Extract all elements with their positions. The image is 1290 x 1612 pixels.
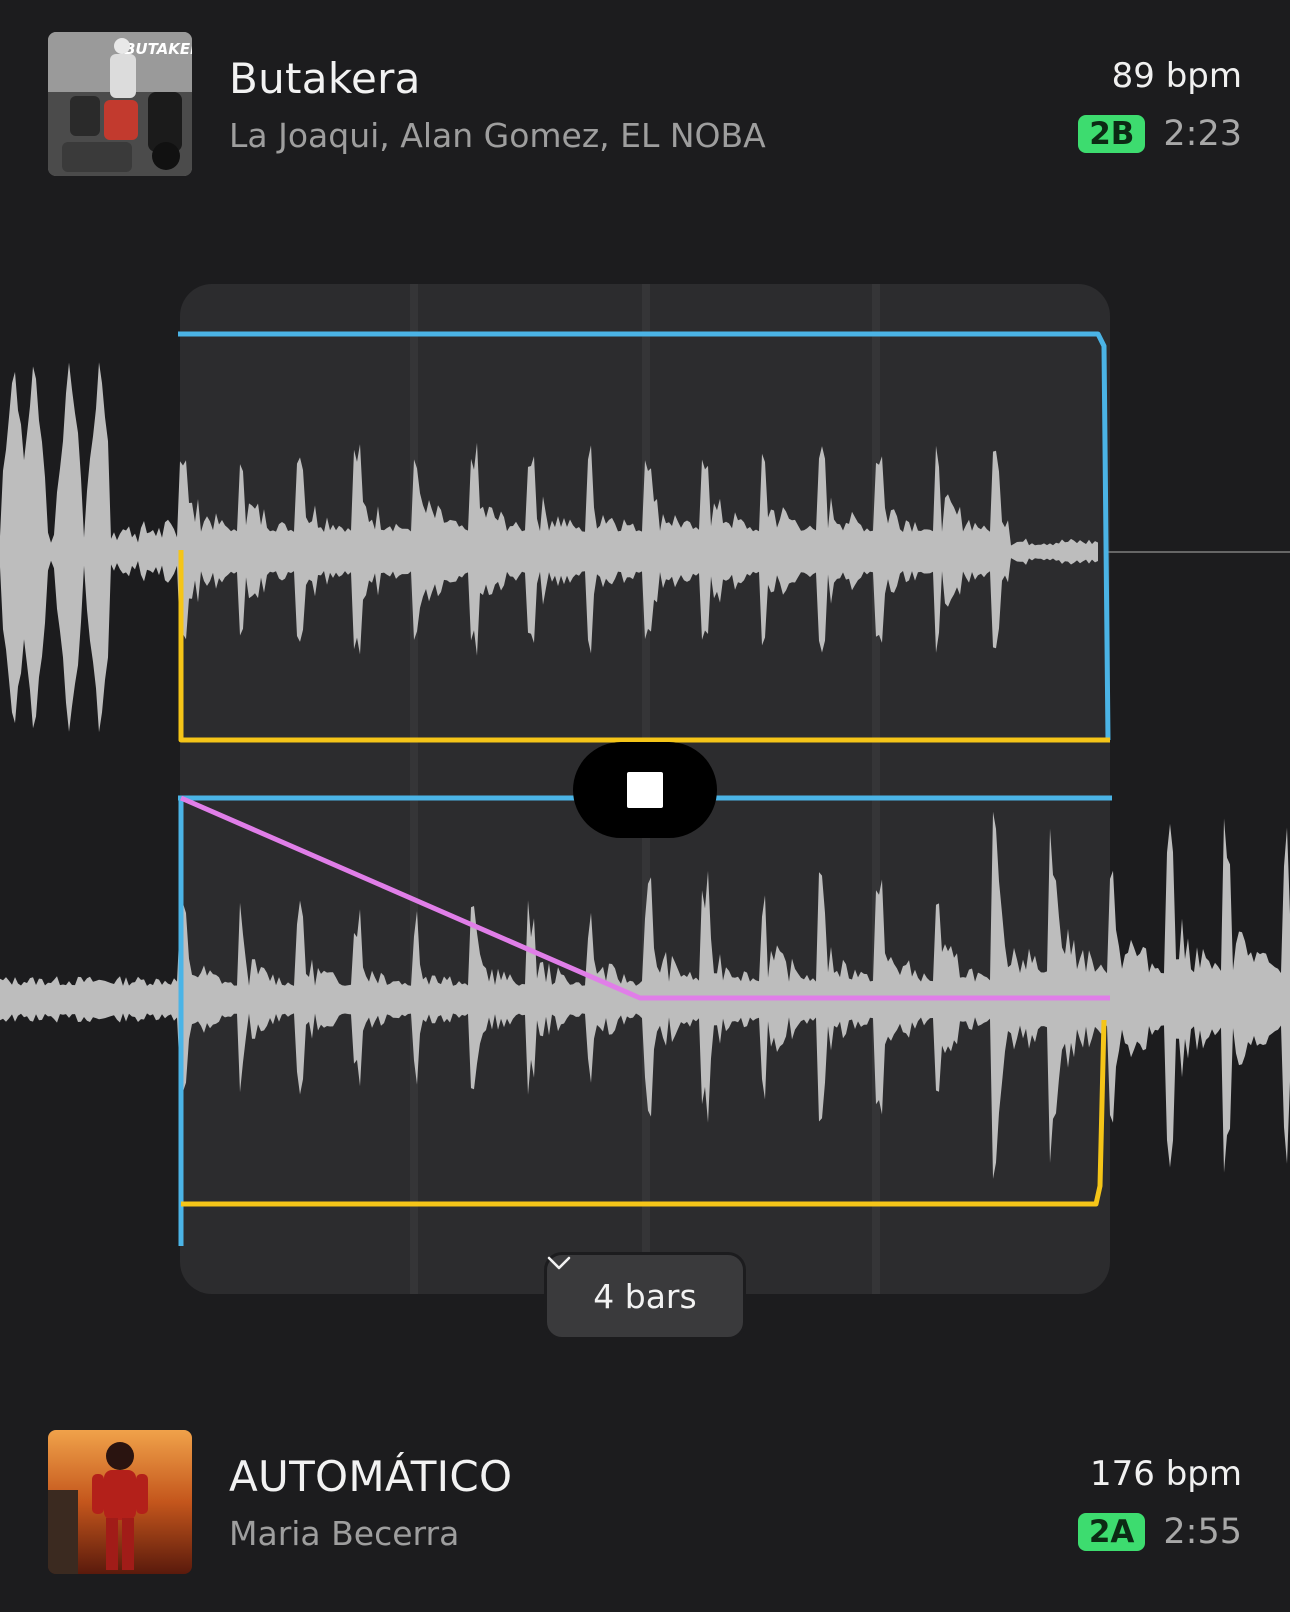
track-artists: Maria Becerra: [229, 1514, 460, 1553]
key-badge: 2B: [1078, 115, 1146, 153]
bar-gridline: [872, 284, 880, 1294]
transition-editor[interactable]: 4 bars: [0, 280, 1290, 1340]
track-bpm: 89 bpm: [1111, 56, 1242, 96]
track-duration: 2:23: [1163, 114, 1242, 154]
svg-text:BUTAKERA: BUTAKERA: [124, 40, 192, 58]
bar-gridline: [410, 284, 418, 1294]
track-artists: La Joaqui, Alan Gomez, EL NOBA: [229, 116, 766, 155]
track-duration: 2:55: [1163, 1512, 1242, 1552]
key-badge: 2A: [1077, 1513, 1146, 1551]
stop-icon: [627, 772, 663, 808]
track-bpm: 176 bpm: [1090, 1454, 1242, 1494]
chevron-down-icon: [547, 1256, 571, 1270]
track-meta: 2B 2:23: [1078, 114, 1242, 154]
track-title: Butakera: [229, 54, 421, 103]
track-title: AUTOMÁTICO: [229, 1452, 513, 1501]
album-cover-automatico: [48, 1430, 192, 1574]
transition-length-label: 4 bars: [593, 1276, 697, 1316]
outgoing-track[interactable]: BUTAKERA Butakera La Joaqui, Alan Gomez,…: [0, 30, 1290, 190]
track-meta: 2A 2:55: [1077, 1512, 1242, 1552]
album-cover-butakera: BUTAKERA: [48, 32, 192, 176]
transition-length-dropdown[interactable]: 4 bars: [544, 1252, 746, 1340]
stop-button[interactable]: [573, 742, 717, 838]
incoming-track[interactable]: AUTOMÁTICO Maria Becerra 176 bpm 2A 2:55: [0, 1428, 1290, 1588]
